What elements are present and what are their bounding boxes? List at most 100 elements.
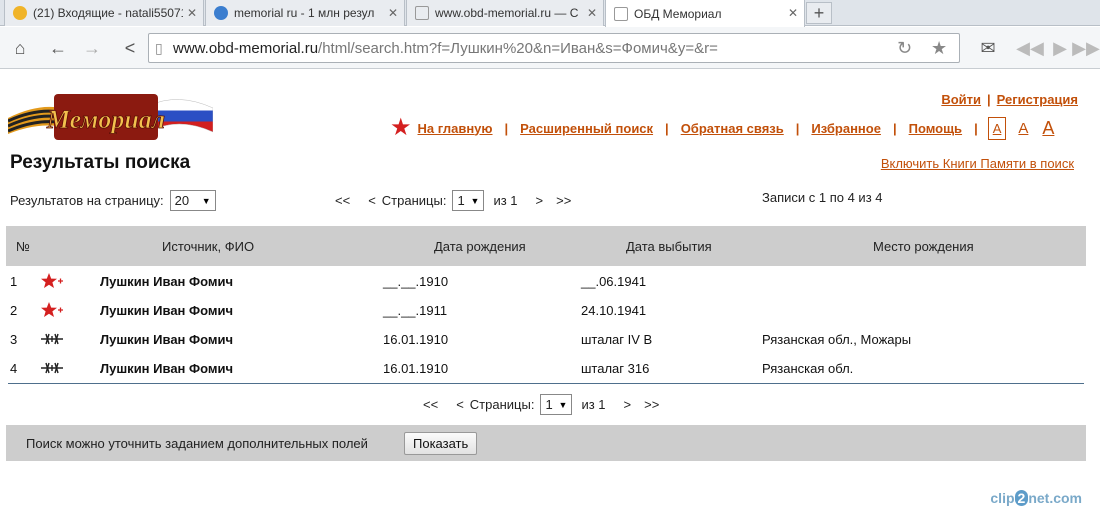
browser-toolbar: ⌂ ← → < ▯ www.obd-memorial.ru/html/searc… [0, 27, 1100, 69]
browser-tab[interactable]: memorial ru - 1 млн резул ✕ [205, 0, 405, 26]
tab-title: memorial ru - 1 млн резул [234, 6, 375, 20]
refine-search-bar: Поиск можно уточнить заданием дополнител… [6, 425, 1086, 461]
search-favicon-icon [214, 6, 228, 20]
red-star-icon: ★ [390, 114, 412, 141]
prev-page-link[interactable]: < [368, 193, 376, 208]
svg-text:Мемориал: Мемориал [46, 105, 165, 134]
nav-feedback[interactable]: Обратная связь [681, 121, 784, 136]
nav-home[interactable]: На главную [418, 121, 493, 136]
tab-title: (21) Входящие - natali55071 [33, 6, 183, 20]
media-prev-icon[interactable]: ◀◀ [1016, 34, 1044, 62]
close-icon[interactable]: ✕ [187, 6, 197, 20]
table-row[interactable]: 2 Лушкин Иван Фомич __.__.1911 24.10.194… [6, 296, 1086, 325]
font-size-small[interactable]: A [987, 116, 1007, 140]
share-icon[interactable]: < [116, 34, 144, 62]
browser-tab-active[interactable]: ОБД Мемориал ✕ [605, 0, 805, 27]
first-page-link[interactable]: << [335, 193, 350, 208]
column-number: № [16, 239, 30, 254]
per-page-select[interactable]: 20 ▼ [169, 190, 216, 211]
clip2net-watermark: clip 2 net.com [990, 490, 1082, 506]
media-play-icon[interactable]: ▶ [1046, 34, 1074, 62]
page-info-icon[interactable]: ▯ [155, 40, 163, 57]
row-birth-date: 16.01.1910 [383, 361, 449, 376]
chevron-down-icon: ▼ [201, 195, 211, 206]
prev-page-link[interactable]: < [456, 397, 464, 412]
chevron-down-icon: ▼ [470, 195, 480, 206]
register-link[interactable]: Регистрация [997, 92, 1078, 107]
table-row[interactable]: 3 Лушкин Иван Фомич 16.01.1910 шталаг IV… [6, 325, 1086, 354]
records-count: Записи с 1 по 4 из 4 [762, 190, 883, 205]
browser-tab[interactable]: (21) Входящие - natali55071 ✕ [4, 0, 204, 26]
page-favicon-icon [415, 6, 429, 20]
login-link[interactable]: Войти [941, 92, 981, 107]
close-icon[interactable]: ✕ [788, 6, 798, 20]
browser-tab[interactable]: www.obd-memorial.ru — С ✕ [406, 0, 604, 26]
pagination-top: << < Страницы: 1 ▼ из 1 > >> [326, 190, 580, 211]
column-retire-date: Дата выбытия [626, 239, 712, 254]
barbed-wire-icon [41, 333, 63, 345]
results-table-header: № Источник, ФИО Дата рождения Дата выбыт… [6, 226, 1086, 266]
row-birth-place: Рязанская обл. [762, 361, 854, 376]
table-row[interactable]: 4 Лушкин Иван Фомич 16.01.1910 шталаг 31… [6, 354, 1086, 383]
pages-label: Страницы: [381, 193, 447, 208]
reload-icon[interactable]: ↻ [897, 38, 912, 59]
pagination-bottom: << < Страницы: 1 ▼ из 1 > >> [414, 394, 668, 415]
row-full-name[interactable]: Лушкин Иван Фомич [100, 332, 233, 347]
row-retire-date: 24.10.1941 [581, 303, 647, 318]
refine-search-text: Поиск можно уточнить заданием дополнител… [26, 436, 368, 451]
table-row[interactable]: 1 Лушкин Иван Фомич __.__.1910 __.06.194… [6, 267, 1086, 296]
address-bar[interactable]: ▯ www.obd-memorial.ru/html/search.htm?f=… [148, 33, 960, 63]
font-size-medium[interactable]: A [1018, 120, 1028, 137]
nav-favorites[interactable]: Избранное [811, 121, 881, 136]
close-icon[interactable]: ✕ [587, 6, 597, 20]
table-divider [8, 383, 1084, 384]
row-number: 4 [10, 361, 18, 376]
row-full-name[interactable]: Лушкин Иван Фомич [100, 274, 233, 289]
tab-title: ОБД Мемориал [634, 6, 722, 21]
include-memory-books-link[interactable]: Включить Книги Памяти в поиск [881, 156, 1074, 171]
row-retire-date: шталаг 316 [581, 361, 650, 376]
row-birth-date: 16.01.1910 [383, 332, 449, 347]
row-birth-date: __.__.1911 [383, 303, 448, 318]
show-fields-button[interactable]: Показать [404, 432, 478, 455]
page-title: Результаты поиска [10, 152, 191, 173]
browser-tab-bar: (21) Входящие - natali55071 ✕ memorial r… [0, 0, 1100, 27]
home-icon[interactable]: ⌂ [6, 34, 34, 62]
bookmark-star-icon[interactable]: ★ [931, 38, 947, 59]
per-page-label: Результатов на страницу: [10, 193, 164, 208]
media-next-icon[interactable]: ▶▶ [1072, 34, 1100, 62]
red-star-icon [41, 273, 63, 288]
page-favicon-icon [614, 6, 628, 21]
next-page-link[interactable]: > [536, 193, 544, 208]
next-page-link[interactable]: > [624, 397, 632, 412]
mail-icon[interactable]: ✉ [974, 34, 1002, 62]
page-select[interactable]: 1 ▼ [452, 190, 485, 211]
last-page-link[interactable]: >> [556, 193, 571, 208]
first-page-link[interactable]: << [423, 397, 438, 412]
nav-advanced-search[interactable]: Расширенный поиск [520, 121, 653, 136]
new-tab-button[interactable]: + [806, 2, 832, 24]
url-text[interactable]: www.obd-memorial.ru/html/search.htm?f=Лу… [173, 40, 718, 57]
row-retire-date: __.06.1941 [581, 274, 647, 289]
red-star-icon [41, 302, 63, 317]
per-page-control: Результатов на страницу: 20 ▼ [10, 190, 216, 211]
row-birth-place: Рязанская обл., Можары [762, 332, 912, 347]
forward-arrow-icon[interactable]: → [78, 34, 106, 62]
page-select[interactable]: 1 ▼ [540, 394, 573, 415]
close-icon[interactable]: ✕ [388, 6, 398, 20]
column-birth-place: Место рождения [873, 239, 974, 254]
last-page-link[interactable]: >> [644, 397, 659, 412]
memorial-logo[interactable]: Мемориал [8, 88, 213, 146]
account-links: Войти | Регистрация [941, 92, 1078, 107]
row-full-name[interactable]: Лушкин Иван Фомич [100, 303, 233, 318]
tab-title: www.obd-memorial.ru — С [435, 6, 579, 20]
main-navigation: ★ На главную | Расширенный поиск | Обратна… [390, 114, 1055, 141]
font-size-large[interactable]: A [1042, 118, 1054, 139]
row-full-name[interactable]: Лушкин Иван Фомич [100, 361, 233, 376]
page-count: из 1 [493, 193, 518, 208]
mail-favicon-icon [13, 6, 27, 20]
nav-help[interactable]: Помощь [909, 121, 962, 136]
row-retire-date: шталаг IV B [581, 332, 653, 347]
page-count: из 1 [581, 397, 606, 412]
back-arrow-icon[interactable]: ← [44, 34, 72, 62]
